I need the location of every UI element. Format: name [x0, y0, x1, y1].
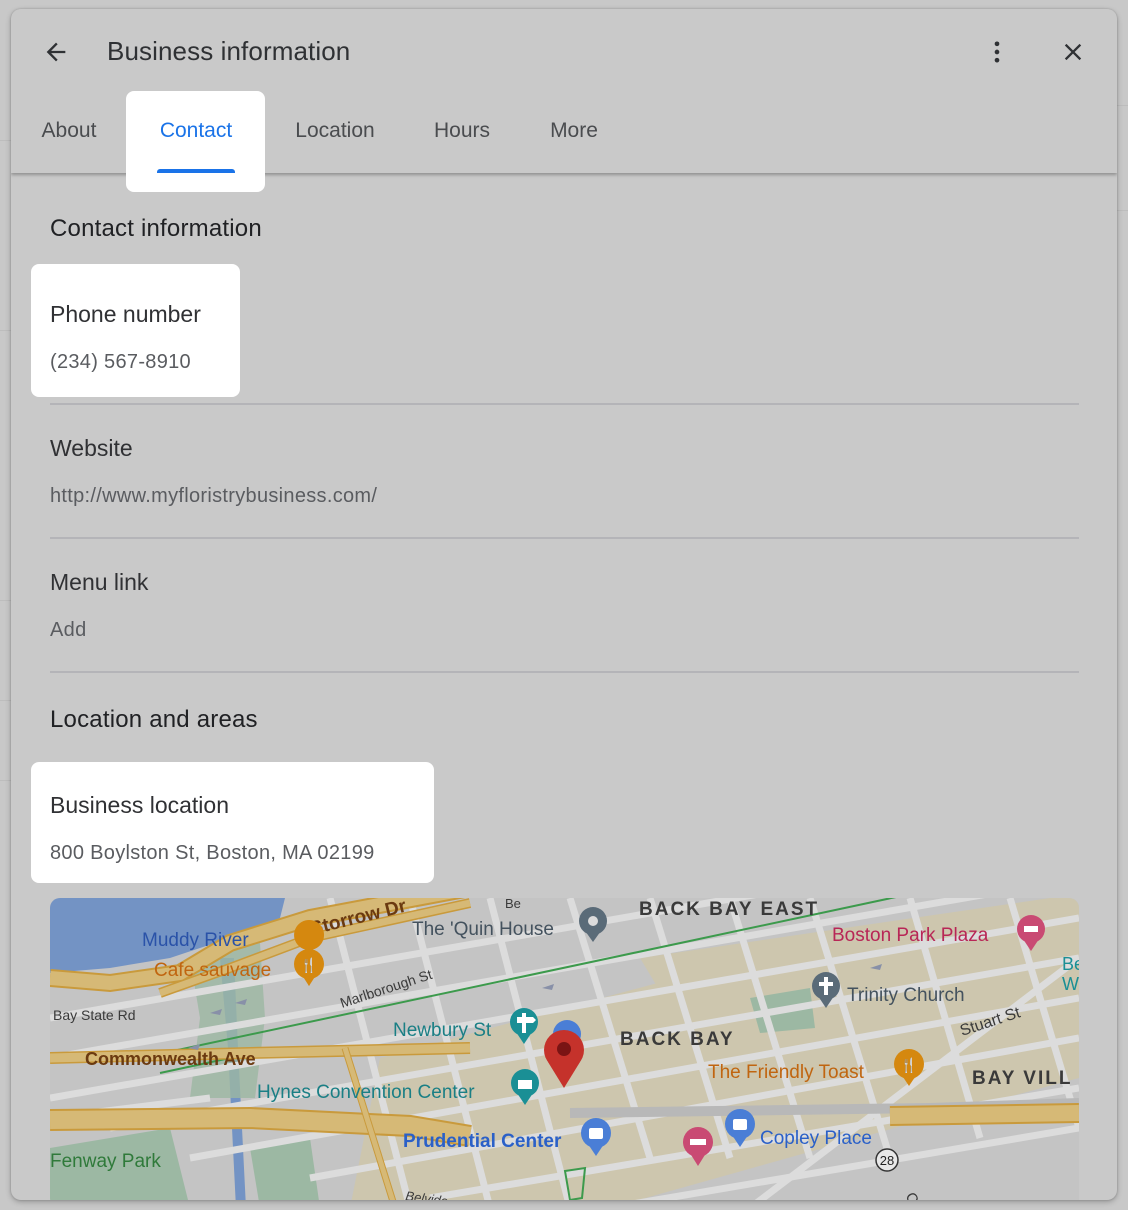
- hotel-icon: [690, 1139, 706, 1145]
- business-information-dialog: Business information About Contact Locat…: [11, 9, 1117, 1200]
- tab-label: Location: [295, 119, 375, 142]
- tab-bar: About Contact Location Hours More: [11, 89, 1117, 192]
- hotel-icon: [1024, 926, 1038, 932]
- tab-contact[interactable]: Contact: [146, 89, 246, 173]
- dialog-header: Business information About Contact Locat…: [11, 9, 1117, 192]
- background-divider: [1116, 105, 1128, 106]
- label-cafe-sauvage: Cafe sauvage: [154, 960, 271, 981]
- dialog-content: Contact information Phone number (234) 5…: [11, 173, 1117, 1200]
- tab-label: Hours: [433, 119, 491, 142]
- label-back-bay: BACK BAY: [620, 1029, 735, 1050]
- business-location-field[interactable]: Business location 800 Boylston St, Bosto…: [50, 782, 1079, 882]
- label-hynes-convention-center: Hynes Convention Center: [257, 1082, 475, 1103]
- divider: [50, 671, 1079, 673]
- shopping-bag-icon: [589, 1128, 603, 1139]
- phone-number-label: Phone number: [50, 301, 201, 327]
- divider: [50, 537, 1079, 539]
- label-fenway-park: Fenway Park: [50, 1151, 161, 1172]
- tab-label: About: [41, 119, 97, 142]
- label-friendly-toast: The Friendly Toast: [708, 1062, 865, 1083]
- phone-number-field[interactable]: Phone number (234) 567-8910: [50, 291, 1079, 405]
- website-label: Website: [50, 435, 133, 461]
- back-button[interactable]: [36, 32, 76, 72]
- label-commonwealth-ave: Commonwealth Ave: [85, 1049, 256, 1069]
- close-button[interactable]: [1053, 32, 1093, 72]
- tab-label: Contact: [159, 119, 233, 142]
- contact-information-heading: Contact information: [50, 215, 262, 242]
- website-value: http://www.myfloristrybusiness.com/: [50, 485, 378, 507]
- label-back-bay-east: BACK BAY EAST: [639, 899, 819, 920]
- label-muddy-river: Muddy River: [142, 930, 249, 951]
- convention-center-icon: [518, 1080, 532, 1089]
- label-prudential-center: Prudential Center: [403, 1131, 562, 1152]
- background-divider: [1116, 210, 1128, 211]
- close-icon: [1064, 43, 1082, 61]
- divider: [50, 403, 1079, 405]
- website-field[interactable]: Website http://www.myfloristrybusiness.c…: [50, 425, 1079, 539]
- business-location-value: 800 Boylston St, Boston, MA 02199: [50, 842, 375, 864]
- tab-more[interactable]: More: [539, 89, 609, 173]
- restaurant-icon: 🍴: [300, 957, 317, 974]
- location-map[interactable]: Muddy River Storrow Dr Cafe sauvage The …: [50, 898, 1079, 1200]
- menu-link-field[interactable]: Menu link Add: [50, 559, 1079, 673]
- label-bay-village: BAY VILL: [972, 1068, 1072, 1089]
- phone-number-value: (234) 567-8910: [50, 351, 191, 373]
- tab-about[interactable]: About: [33, 89, 105, 173]
- route-number: 28: [880, 1153, 894, 1168]
- label-boston-park-plaza: Boston Park Plaza: [832, 925, 989, 946]
- label-partial-w: W: [1062, 974, 1079, 994]
- tab-label: More: [550, 119, 598, 142]
- tab-hours[interactable]: Hours: [425, 89, 499, 173]
- label-trinity-church: Trinity Church: [847, 985, 965, 1006]
- label-quin-house: The 'Quin House: [412, 919, 554, 940]
- label-copley-place: Copley Place: [760, 1128, 872, 1149]
- shopping-bag-icon: [733, 1119, 747, 1130]
- dialog-title: Business information: [107, 36, 351, 66]
- menu-link-add[interactable]: Add: [50, 619, 87, 642]
- label-partial-be: Be: [1062, 954, 1079, 974]
- restaurant-icon: 🍴: [900, 1057, 917, 1074]
- route-28-shield: 28: [875, 1148, 899, 1172]
- label-beacon-partial: Be: [505, 898, 521, 911]
- place-icon: [588, 916, 598, 926]
- more-options-button[interactable]: [977, 32, 1017, 72]
- label-newbury-st: Newbury St: [393, 1020, 492, 1041]
- arrow-back-icon: [46, 42, 66, 62]
- tab-location[interactable]: Location: [283, 89, 387, 173]
- location-and-areas-heading: Location and areas: [50, 706, 258, 733]
- business-location-label: Business location: [50, 792, 229, 818]
- active-tab-indicator: [157, 169, 235, 173]
- label-bay-state-rd: Bay State Rd: [53, 1007, 136, 1023]
- map-canvas: Muddy River Storrow Dr Cafe sauvage The …: [50, 898, 1079, 1200]
- menu-link-label: Menu link: [50, 569, 149, 595]
- more-vert-icon: [994, 41, 1000, 63]
- marker-dot: [557, 1042, 571, 1056]
